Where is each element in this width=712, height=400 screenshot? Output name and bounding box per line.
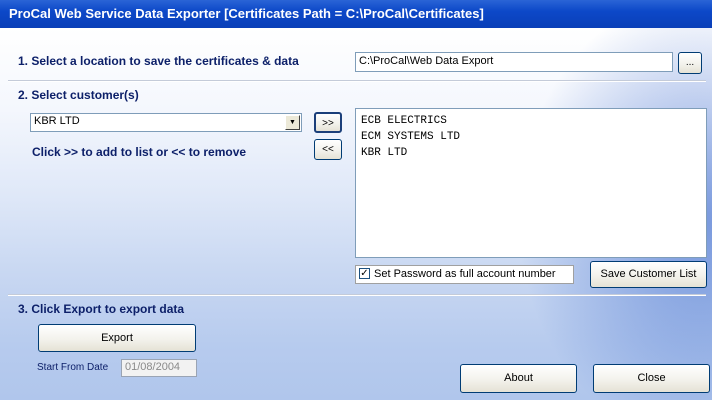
section2-title: 2. Select customer(s): [18, 88, 139, 102]
close-button[interactable]: Close: [593, 364, 710, 393]
start-date-input[interactable]: 01/08/2004: [121, 359, 197, 377]
section3-title: 3. Click Export to export data: [18, 302, 185, 316]
customer-select[interactable]: KBR LTD ▼: [30, 113, 302, 132]
dialog-body: 1. Select a location to save the certifi…: [0, 28, 712, 400]
save-customer-list-button[interactable]: Save Customer List: [590, 261, 707, 288]
customer-select-value: KBR LTD: [34, 115, 80, 127]
browse-button[interactable]: ...: [678, 52, 702, 74]
export-button-label: Export: [101, 332, 133, 344]
add-remove-hint: Click >> to add to list or << to remove: [32, 145, 247, 159]
export-path-input[interactable]: C:\ProCal\Web Data Export: [355, 52, 673, 72]
window-title: ProCal Web Service Data Exporter [Certif…: [0, 0, 712, 28]
list-item[interactable]: ECM SYSTEMS LTD: [361, 129, 701, 145]
customer-listbox[interactable]: ECB ELECTRICS ECM SYSTEMS LTD KBR LTD: [355, 108, 707, 258]
remove-customer-button[interactable]: <<: [314, 139, 342, 160]
password-checkbox[interactable]: ✓: [359, 267, 370, 279]
checkmark-icon: ✓: [360, 267, 369, 279]
start-date-label: Start From Date: [37, 362, 109, 373]
add-customer-button[interactable]: >>: [314, 112, 342, 133]
password-checkbox-row[interactable]: ✓ Set Password as full account number: [355, 265, 574, 284]
export-button[interactable]: Export: [38, 324, 196, 352]
about-button[interactable]: About: [460, 364, 577, 393]
separator-2: [8, 294, 706, 296]
list-item[interactable]: KBR LTD: [361, 145, 701, 161]
save-customer-list-label: Save Customer List: [600, 268, 697, 280]
password-checkbox-label: Set Password as full account number: [374, 268, 556, 280]
dropdown-arrow-icon[interactable]: ▼: [285, 115, 300, 130]
about-button-label: About: [504, 372, 533, 384]
close-button-label: Close: [637, 372, 666, 384]
section1-title: 1. Select a location to save the certifi…: [18, 54, 299, 68]
separator-1: [8, 80, 706, 82]
list-item[interactable]: ECB ELECTRICS: [361, 113, 701, 129]
